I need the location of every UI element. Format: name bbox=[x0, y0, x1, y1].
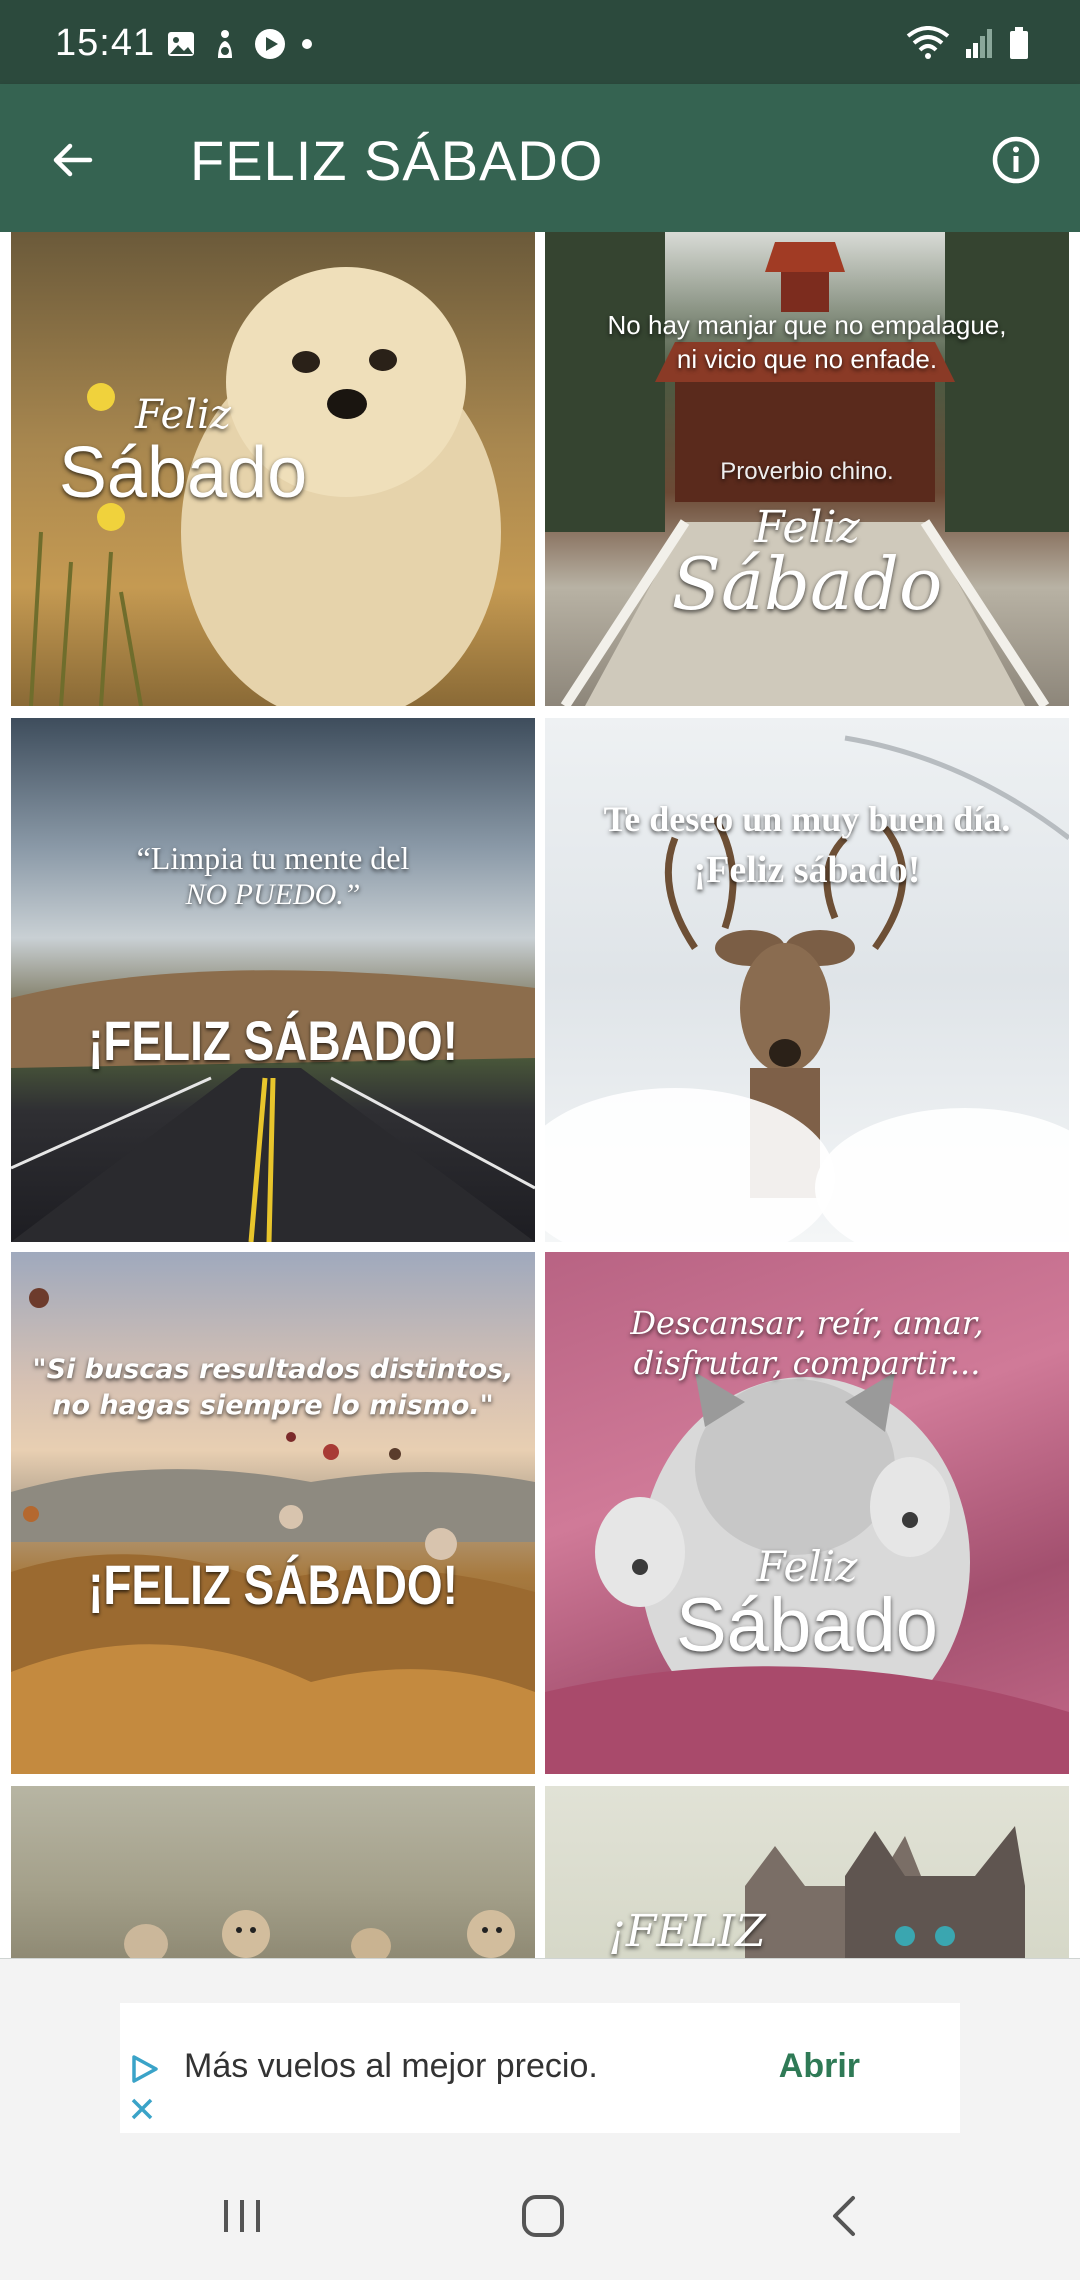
nav-back-button[interactable] bbox=[800, 2176, 890, 2256]
status-bar: 15:41 bbox=[0, 0, 1080, 84]
card-kittens-line1: ¡FELIZ bbox=[608, 1906, 766, 1957]
accessibility-icon bbox=[210, 28, 240, 65]
ad-banner: Más vuelos al mejor precio. Abrir bbox=[0, 1958, 1080, 2148]
card-pagoda-quote1: No hay manjar que no empalague, bbox=[607, 310, 1007, 340]
status-icons-right bbox=[906, 26, 1030, 65]
card-road-quote1: “Limpia tu mente del bbox=[136, 840, 410, 876]
play-icon bbox=[254, 28, 286, 65]
ad-open-button[interactable]: Abrir bbox=[779, 2047, 860, 2086]
status-icons-left bbox=[166, 28, 314, 65]
card-balloons-quote2: no hagas siempre lo mismo." bbox=[52, 1390, 494, 1421]
card-balloons-line1: ¡FELIZ SÁBADO! bbox=[88, 1553, 458, 1616]
balloons-photo bbox=[11, 1288, 535, 1774]
signal-icon bbox=[964, 27, 994, 64]
card-puppy-line2: Sábado bbox=[58, 433, 308, 513]
home-button[interactable] bbox=[498, 2176, 588, 2256]
system-nav-bar bbox=[0, 2148, 1080, 2280]
info-icon bbox=[992, 136, 1040, 184]
card-kitten[interactable]: Descansar, reír, amar, disfrutar, compar… bbox=[545, 1252, 1069, 1774]
ad-close-icon[interactable] bbox=[128, 2095, 156, 2128]
card-kittens[interactable]: ¡FELIZ bbox=[545, 1786, 1069, 1958]
recent-apps-button[interactable] bbox=[197, 2176, 287, 2256]
info-button[interactable] bbox=[986, 130, 1046, 190]
card-deer[interactable]: Te deseo un muy buen día. ¡Feliz sábado! bbox=[545, 718, 1069, 1242]
image-icon bbox=[166, 29, 196, 64]
card-road-line1: ¡FELIZ SÁBADO! bbox=[88, 1009, 458, 1072]
status-time: 15:41 bbox=[55, 22, 156, 64]
ad-box[interactable]: Más vuelos al mejor precio. Abrir bbox=[120, 2003, 960, 2133]
card-pagoda[interactable]: No hay manjar que no empalague, ni vicio… bbox=[545, 232, 1069, 706]
image-grid: Feliz Sábado No hay manjar que no empala… bbox=[0, 232, 1080, 1958]
recent-apps-icon bbox=[224, 2200, 260, 2232]
page-title: FELIZ SÁBADO bbox=[190, 129, 604, 192]
card-road-quote2: NO PUEDO.” bbox=[185, 878, 361, 911]
card-pagoda-attribution: Proverbio chino. bbox=[720, 458, 894, 485]
back-chevron-icon bbox=[833, 2196, 855, 2236]
card-kitten-quote2: disfrutar, compartir... bbox=[633, 1344, 981, 1382]
app-bar: FELIZ SÁBADO bbox=[0, 84, 1080, 232]
card-kitten-quote1: Descansar, reír, amar, bbox=[630, 1304, 984, 1342]
battery-icon bbox=[1008, 26, 1030, 65]
card-balloons-quote1: "Si buscas resultados distintos, bbox=[32, 1354, 514, 1385]
ad-text: Más vuelos al mejor precio. bbox=[184, 2047, 598, 2085]
dot-icon bbox=[300, 37, 314, 56]
card-puppy[interactable]: Feliz Sábado bbox=[11, 232, 535, 706]
card-deer-quote2: ¡Feliz sábado! bbox=[693, 849, 921, 891]
home-icon bbox=[522, 2195, 564, 2237]
meerkats-photo bbox=[124, 1910, 515, 1958]
card-pagoda-line2: Sábado bbox=[671, 542, 943, 626]
card-road[interactable]: “Limpia tu mente del NO PUEDO.” ¡FELIZ S… bbox=[11, 718, 535, 1242]
ad-play-icon[interactable] bbox=[128, 2053, 160, 2090]
wifi-icon bbox=[906, 26, 950, 65]
card-meerkats[interactable] bbox=[11, 1786, 535, 1958]
card-balloons[interactable]: "Si buscas resultados distintos, no haga… bbox=[11, 1252, 535, 1774]
deer-photo bbox=[545, 735, 1069, 1242]
card-pagoda-quote2: ni vicio que no enfade. bbox=[676, 344, 938, 374]
back-button[interactable] bbox=[40, 128, 104, 192]
arrow-left-icon bbox=[53, 143, 93, 177]
card-deer-quote1: Te deseo un muy buen día. bbox=[603, 799, 1011, 839]
road-photo bbox=[11, 970, 535, 1242]
card-kitten-line2: Sábado bbox=[675, 1583, 939, 1668]
